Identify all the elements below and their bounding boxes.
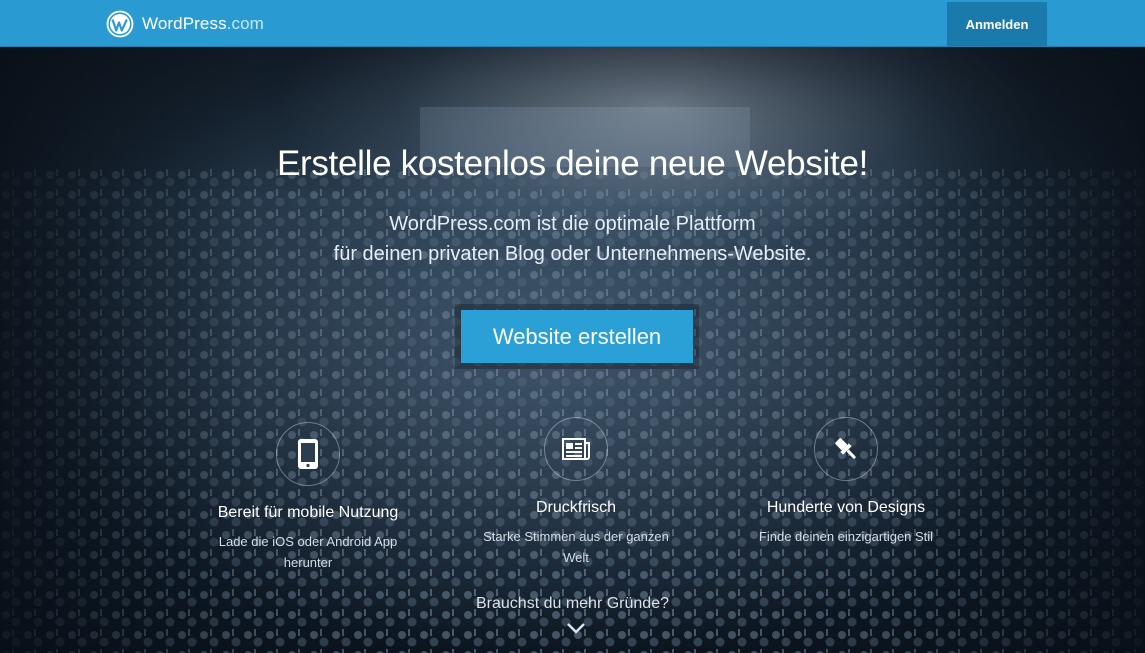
feature-title: Druckfrisch <box>535 499 616 516</box>
feature-title: Hunderte von Designs <box>766 499 926 516</box>
hero-subline-1: WordPress.com ist die optimale Plattform <box>389 213 756 235</box>
brand-name: WordPress.com <box>142 14 264 33</box>
feature-mobile: Bereit für mobile Nutzung Lade die iOS o… <box>178 422 438 573</box>
feature-description: Starke Stimmen aus der ganzen Welt <box>483 529 669 565</box>
hero-headline: Erstelle kostenlos deine neue Website! <box>276 144 869 183</box>
more-reasons-link[interactable]: Brauchst du mehr Gründe? <box>0 595 1145 613</box>
smartphone-icon <box>276 422 340 486</box>
wordpress-logo-icon <box>106 10 134 38</box>
hero-subline-2: für deinen privaten Blog oder Unternehme… <box>333 243 812 265</box>
chevron-down-icon[interactable] <box>565 620 587 636</box>
newspaper-icon <box>544 417 608 481</box>
paintbrush-icon <box>814 417 878 481</box>
brand-link[interactable]: WordPress.com <box>106 9 264 39</box>
feature-description: Finde deinen einzigartigen Stil <box>758 529 934 544</box>
feature-reader: Druckfrisch Starke Stimmen aus der ganze… <box>446 417 706 568</box>
top-navigation-bar: WordPress.com Anmelden <box>0 0 1145 47</box>
login-button[interactable]: Anmelden <box>947 2 1047 46</box>
feature-title: Bereit für mobile Nutzung <box>217 504 399 521</box>
create-website-button[interactable]: Website erstellen <box>461 310 693 363</box>
feature-description: Lade die iOS oder Android App herunter <box>218 534 398 570</box>
feature-designs: Hunderte von Designs Finde deinen einzig… <box>716 417 976 547</box>
